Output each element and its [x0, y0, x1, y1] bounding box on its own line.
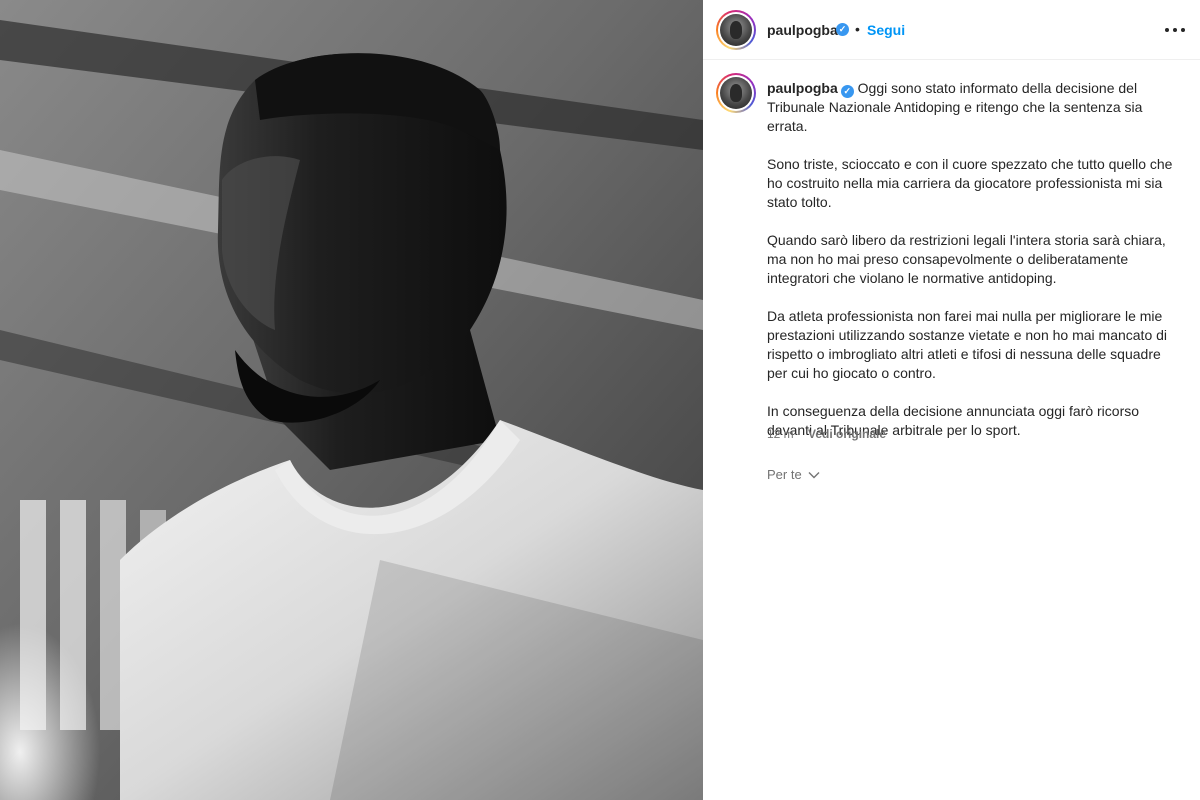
caption-text: paulpogba ✓ Oggi sono stato informato del… — [767, 79, 1177, 459]
verified-badge-icon: ✓ — [836, 23, 849, 36]
portrait-image — [0, 0, 703, 800]
caption-paragraph: Sono triste, scioccato e con il cuore sp… — [767, 156, 1173, 210]
chevron-down-icon — [808, 472, 820, 479]
caption-paragraph: Quando sarò libero da restrizioni legali… — [767, 232, 1166, 286]
author-avatar[interactable] — [716, 10, 756, 50]
follow-button[interactable]: Segui — [867, 22, 905, 38]
post-timestamp[interactable]: 12 m — [767, 427, 794, 441]
caption-username[interactable]: paulpogba — [767, 80, 838, 96]
post-photo[interactable] — [0, 0, 703, 800]
caption-avatar[interactable] — [716, 73, 756, 113]
for-you-label: Per te — [767, 467, 802, 482]
see-original-link[interactable]: Vedi originale — [808, 427, 886, 441]
more-options-icon[interactable] — [1165, 19, 1187, 39]
post-side-panel: paulpogba ✓ • Segui paulpogba ✓ Oggi sono… — [703, 0, 1200, 800]
header-username[interactable]: paulpogba — [767, 22, 838, 38]
caption-paragraph: Da atleta professionista non farei mai n… — [767, 308, 1168, 381]
separator-dot: • — [855, 21, 860, 37]
caption-meta: 12 m Vedi originale — [767, 427, 886, 441]
verified-badge-icon: ✓ — [840, 85, 854, 98]
for-you-dropdown[interactable]: Per te — [767, 467, 820, 482]
post-header: paulpogba ✓ • Segui — [703, 0, 1200, 60]
